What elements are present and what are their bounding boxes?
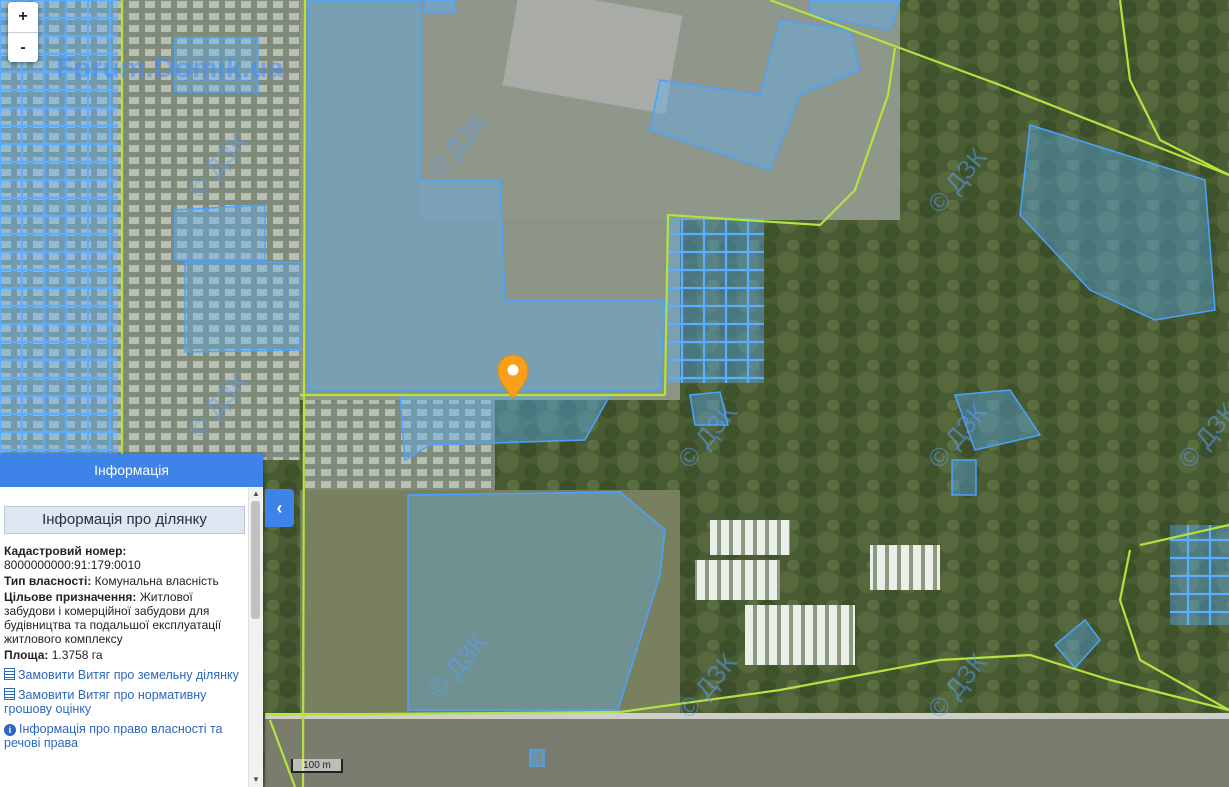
purpose-row: Цільове призначення: Житлової забудови і… (4, 590, 245, 646)
greenhouse-block-3 (870, 545, 940, 590)
cadastral-number-value: 8000000000:91:179:0010 (4, 558, 141, 572)
scroll-up-arrow-icon[interactable]: ▲ (249, 487, 263, 501)
info-panel-body[interactable]: Інформація про ділянку Кадастровий номер… (0, 487, 249, 787)
scroll-down-arrow-icon[interactable]: ▼ (249, 773, 263, 787)
chevron-left-icon: ‹ (276, 497, 283, 518)
order-valuation-extract-text: Замовити Витяг про нормативну грошову оц… (4, 688, 207, 716)
order-land-extract-text: Замовити Витяг про земельну ділянку (18, 668, 239, 682)
document-icon (4, 668, 15, 680)
purpose-label: Цільове призначення: (4, 590, 137, 604)
parcel-top-strip[interactable] (424, 0, 456, 13)
ownership-rights-link[interactable]: i Інформація про право власності та речов… (4, 722, 245, 750)
order-valuation-extract-link[interactable]: Замовити Витяг про нормативну грошову оц… (4, 688, 245, 716)
greenhouse-block-4 (710, 520, 790, 555)
info-panel-title: Інформація про ділянку (4, 506, 245, 534)
ownership-rights-text: Інформація про право власності та речові… (4, 722, 223, 750)
collapse-panel-button[interactable]: ‹ (265, 489, 294, 527)
cadastral-number-row: Кадастровий номер: 8000000000:91:179:001… (4, 544, 245, 572)
info-panel-header: Інформація (0, 454, 263, 487)
ownership-value: Комунальна власність (94, 574, 219, 588)
info-panel: Інформація Інформація про ділянку Кадаст… (0, 454, 263, 787)
greenhouse-block-1 (695, 560, 780, 600)
parcel-forest-east-2[interactable] (951, 459, 977, 496)
area-value: 1.3758 га (51, 648, 103, 662)
parcel-small-west-2[interactable] (184, 261, 301, 353)
ownership-label: Тип власності: (4, 574, 92, 588)
info-icon: i (4, 724, 16, 736)
parcel-small-west-1[interactable] (174, 204, 266, 261)
parcel-residential-south[interactable] (529, 749, 545, 767)
zoom-in-button[interactable]: + (8, 2, 38, 32)
scale-bar: 100 m (291, 759, 343, 773)
order-land-extract-link[interactable]: Замовити Витяг про земельну ділянку (4, 668, 245, 682)
area-label: Площа: (4, 648, 49, 662)
parcel-grid-east[interactable] (1170, 525, 1229, 625)
scrollbar-thumb[interactable] (251, 501, 260, 619)
site-watermark: Forum.Domik.ua (56, 52, 284, 83)
cadastral-number-label: Кадастровий номер: (4, 544, 127, 558)
zoom-out-button[interactable]: - (8, 32, 38, 62)
parcel-grid-dachas[interactable] (668, 218, 764, 383)
greenhouse-block-2 (745, 605, 855, 665)
info-panel-scrollbar[interactable]: ▲ ▼ (248, 487, 263, 787)
document-icon (4, 688, 15, 700)
residential-area-south (265, 715, 1229, 787)
ownership-row: Тип власності: Комунальна власність (4, 574, 245, 588)
area-row: Площа: 1.3758 га (4, 648, 245, 662)
zoom-control: + - (8, 2, 38, 62)
